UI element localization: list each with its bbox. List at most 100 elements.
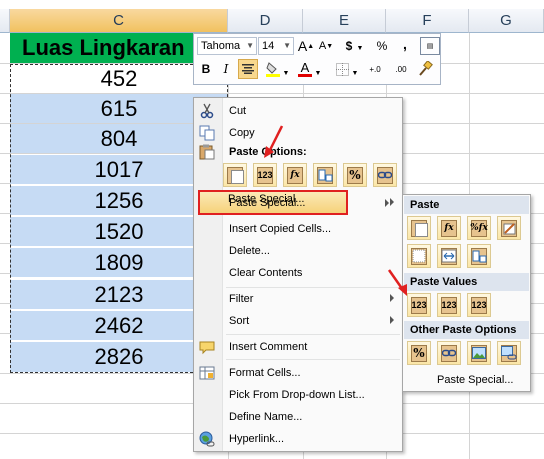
- column-header-d[interactable]: D: [228, 9, 303, 33]
- menu-item-sort[interactable]: Sort: [194, 310, 402, 332]
- center-align-icon: [242, 64, 254, 74]
- submenu-values-source-formatting[interactable]: 123: [467, 293, 491, 317]
- menu-item-delete[interactable]: Delete...: [194, 240, 402, 262]
- currency-button[interactable]: $: [342, 36, 356, 56]
- column-header-f[interactable]: F: [386, 9, 469, 33]
- submenu-no-borders[interactable]: [407, 244, 431, 268]
- paste-option-paste[interactable]: [223, 163, 247, 187]
- percent-button[interactable]: %: [374, 36, 390, 56]
- submenu-formatting[interactable]: %: [407, 341, 431, 365]
- center-align-button[interactable]: [238, 59, 258, 79]
- currency-label: $: [345, 39, 353, 53]
- menu-item-format-cells[interactable]: Format Cells...: [194, 362, 402, 384]
- shrink-font-label: A: [318, 40, 327, 52]
- scissors-icon: [200, 103, 214, 119]
- cell-value: 615: [100, 95, 138, 121]
- menu-item-label: Insert Comment: [229, 341, 308, 353]
- menu-item-label: Pick From Drop-down List...: [229, 389, 365, 401]
- menu-item-clear-contents[interactable]: Clear Contents: [194, 262, 402, 284]
- submenu-header-label: Paste Values: [410, 276, 478, 288]
- submenu-header-label: Paste: [410, 199, 440, 211]
- font-name-box[interactable]: Tahoma ▼: [197, 37, 257, 55]
- submenu-paste-special-item[interactable]: Paste Special...: [404, 370, 529, 390]
- menu-item-label: Filter: [229, 293, 254, 305]
- chevron-down-icon[interactable]: ▼: [356, 38, 364, 58]
- column-header-c[interactable]: C: [10, 9, 228, 33]
- grow-font-button[interactable]: A ▲: [298, 36, 314, 56]
- submenu-picture[interactable]: [467, 341, 491, 365]
- font-color-label: A: [300, 60, 310, 75]
- menu-item-define-name[interactable]: Define Name...: [194, 406, 402, 428]
- borders-button[interactable]: [334, 59, 350, 79]
- menu-item-label: Insert Copied Cells...: [229, 223, 332, 235]
- submenu-formulas[interactable]: fx: [437, 216, 461, 240]
- bold-button[interactable]: B: [197, 59, 215, 79]
- submenu-formulas-number-formatting[interactable]: %fx: [467, 216, 491, 240]
- submenu-values[interactable]: 123: [407, 293, 431, 317]
- picture-icon: [472, 347, 486, 359]
- paste-options-header: Paste Options:: [194, 143, 402, 161]
- menu-item-insert-comment[interactable]: Insert Comment: [194, 336, 402, 358]
- chevron-down-icon[interactable]: ▼: [351, 63, 359, 83]
- paste-option-link[interactable]: [373, 163, 397, 187]
- menu-item-hyperlink[interactable]: Hyperlink...: [194, 428, 402, 450]
- font-color-button[interactable]: A: [296, 59, 314, 79]
- decrease-decimal-button[interactable]: .00: [390, 59, 412, 79]
- menu-item-label: Copy: [229, 127, 255, 139]
- submenu-paste[interactable]: [407, 216, 431, 240]
- comma-style-button[interactable]: ,: [399, 34, 411, 54]
- column-widths-icon: [441, 249, 457, 263]
- menu-item-filter[interactable]: Filter: [194, 288, 402, 310]
- menu-item-insert-copied-cells[interactable]: Insert Copied Cells...: [194, 218, 402, 240]
- menu-item-label: Hyperlink...: [229, 433, 285, 445]
- column-header-e[interactable]: E: [303, 9, 386, 33]
- copy-icon: [199, 125, 215, 141]
- cell-value: 1809: [94, 249, 144, 275]
- chevron-down-icon: ▼: [283, 41, 291, 50]
- paste-special-highlight-label[interactable]: Paste Special...: [228, 193, 304, 205]
- chevron-down-icon: ▼: [246, 41, 254, 50]
- submenu-transpose[interactable]: [467, 244, 491, 268]
- submenu-keep-column-widths[interactable]: [437, 244, 461, 268]
- format-painter-button[interactable]: [416, 59, 434, 79]
- fill-color-button[interactable]: [264, 59, 282, 79]
- format-painter-grid-icon[interactable]: ▤: [420, 37, 440, 55]
- submenu-item-label: Paste Special...: [437, 374, 514, 386]
- paste-option-values[interactable]: 123: [253, 163, 277, 187]
- shrink-font-button[interactable]: A ▼: [318, 36, 334, 56]
- cell-value: 1256: [94, 187, 144, 213]
- cell-value: 2826: [94, 344, 144, 369]
- submenu-linked-picture[interactable]: [497, 341, 521, 365]
- column-header-g[interactable]: G: [469, 9, 544, 33]
- paste-special-submenu: Paste fx %fx Paste Values 123 123 123 Ot…: [402, 194, 531, 392]
- font-size-box[interactable]: 14 ▼: [258, 37, 294, 55]
- bold-label: B: [201, 62, 211, 76]
- globe-link-icon: [199, 431, 215, 447]
- submenu-keep-source-formatting[interactable]: [497, 216, 521, 240]
- submenu-paste-values-header: Paste Values: [404, 273, 529, 291]
- submenu-other-header: Other Paste Options: [404, 321, 529, 339]
- transpose-icon: [318, 169, 333, 182]
- column-header-label: C: [113, 12, 124, 29]
- paste-option-formatting[interactable]: %: [343, 163, 367, 187]
- formulas-numfmt-label: %fx: [470, 223, 488, 233]
- paintbrush-icon: [419, 61, 433, 76]
- menu-item-pick-dropdown[interactable]: Pick From Drop-down List...: [194, 384, 402, 406]
- percent-label: %: [413, 346, 425, 360]
- grow-font-label: A: [297, 38, 308, 54]
- menu-item-copy[interactable]: Copy: [194, 122, 402, 144]
- submenu-paste-header: Paste: [404, 196, 529, 214]
- submenu-paste-link[interactable]: [437, 341, 461, 365]
- font-size-value: 14: [262, 40, 275, 52]
- increase-decimal-button[interactable]: +.0: [364, 59, 386, 79]
- cell-value: 2123: [94, 281, 144, 307]
- format-cells-icon: [199, 366, 215, 380]
- comment-icon: [199, 341, 215, 355]
- italic-button[interactable]: I: [217, 59, 235, 79]
- paste-option-formulas[interactable]: fx: [283, 163, 307, 187]
- submenu-values-number-formatting[interactable]: 123: [437, 293, 461, 317]
- paste-option-transpose[interactable]: [313, 163, 337, 187]
- chevron-down-icon[interactable]: ▼: [282, 63, 290, 83]
- menu-item-cut[interactable]: Cut: [194, 100, 402, 122]
- chevron-down-icon[interactable]: ▼: [314, 63, 322, 83]
